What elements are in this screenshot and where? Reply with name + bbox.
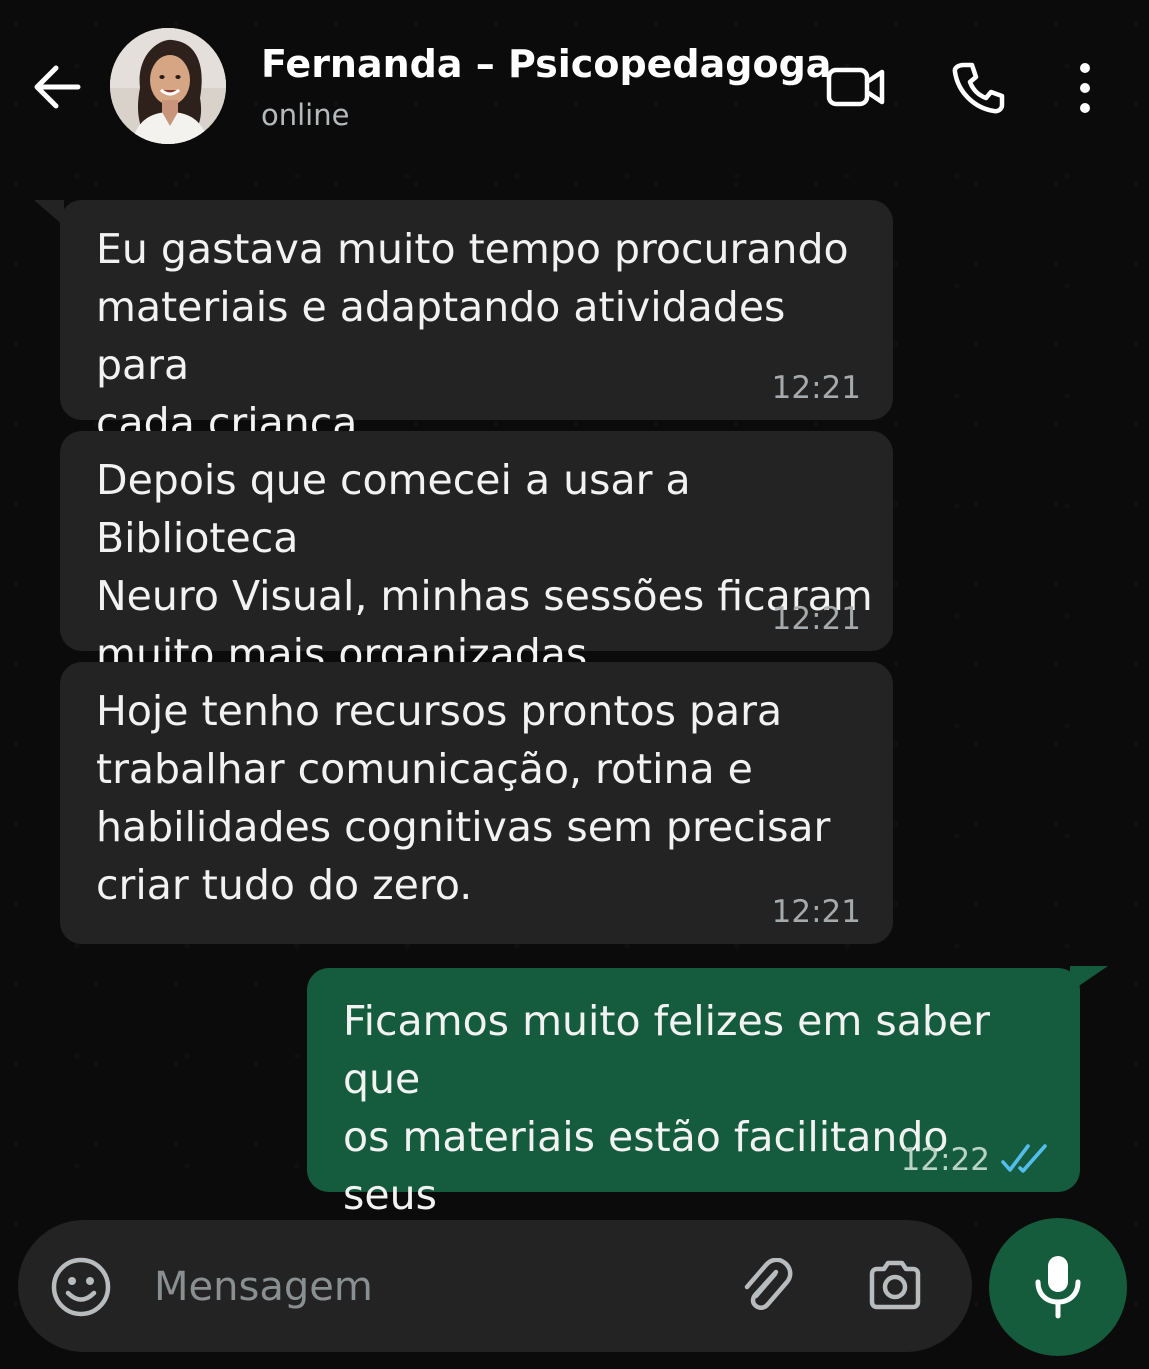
contact-name[interactable]: Fernanda – Psicopedagoga — [261, 42, 831, 86]
incoming-message[interactable]: Depois que comecei a usar a Biblioteca N… — [60, 431, 893, 678]
video-call-icon[interactable] — [826, 62, 886, 112]
phone-call-icon[interactable] — [950, 60, 1006, 116]
message-input[interactable] — [152, 1252, 716, 1322]
avatar[interactable] — [110, 28, 226, 144]
outgoing-message[interactable]: Ficamos muito felizes em saber que os ma… — [307, 968, 1080, 1277]
message-composer — [18, 1220, 972, 1352]
message-text: Hoje tenho recursos prontos para trabalh… — [96, 687, 831, 909]
contact-status: online — [261, 98, 350, 132]
chat-header: Fernanda – Psicopedagoga online — [0, 0, 1149, 175]
message-time: 12:21 — [771, 601, 861, 637]
double-check-read-icon — [1000, 1142, 1054, 1176]
voice-message-button[interactable] — [989, 1218, 1127, 1356]
emoji-icon[interactable] — [50, 1256, 112, 1318]
more-options-icon[interactable] — [1070, 60, 1100, 116]
back-arrow-icon[interactable] — [28, 58, 86, 116]
message-text: Eu gastava muito tempo procurando materi… — [96, 225, 849, 447]
incoming-message[interactable]: Eu gastava muito tempo procurando materi… — [60, 200, 893, 447]
camera-icon[interactable] — [866, 1258, 924, 1312]
message-time: 12:21 — [771, 370, 861, 406]
message-text: Depois que comecei a usar a Biblioteca N… — [96, 456, 873, 678]
message-time: 12:21 — [771, 894, 861, 930]
paperclip-icon[interactable] — [738, 1257, 794, 1314]
microphone-icon — [1032, 1254, 1084, 1320]
incoming-message[interactable]: Hoje tenho recursos prontos para trabalh… — [60, 662, 893, 944]
message-time: 12:22 — [900, 1142, 990, 1178]
chat-screen: Fernanda – Psicopedagoga online Eu gasta… — [0, 0, 1149, 1369]
